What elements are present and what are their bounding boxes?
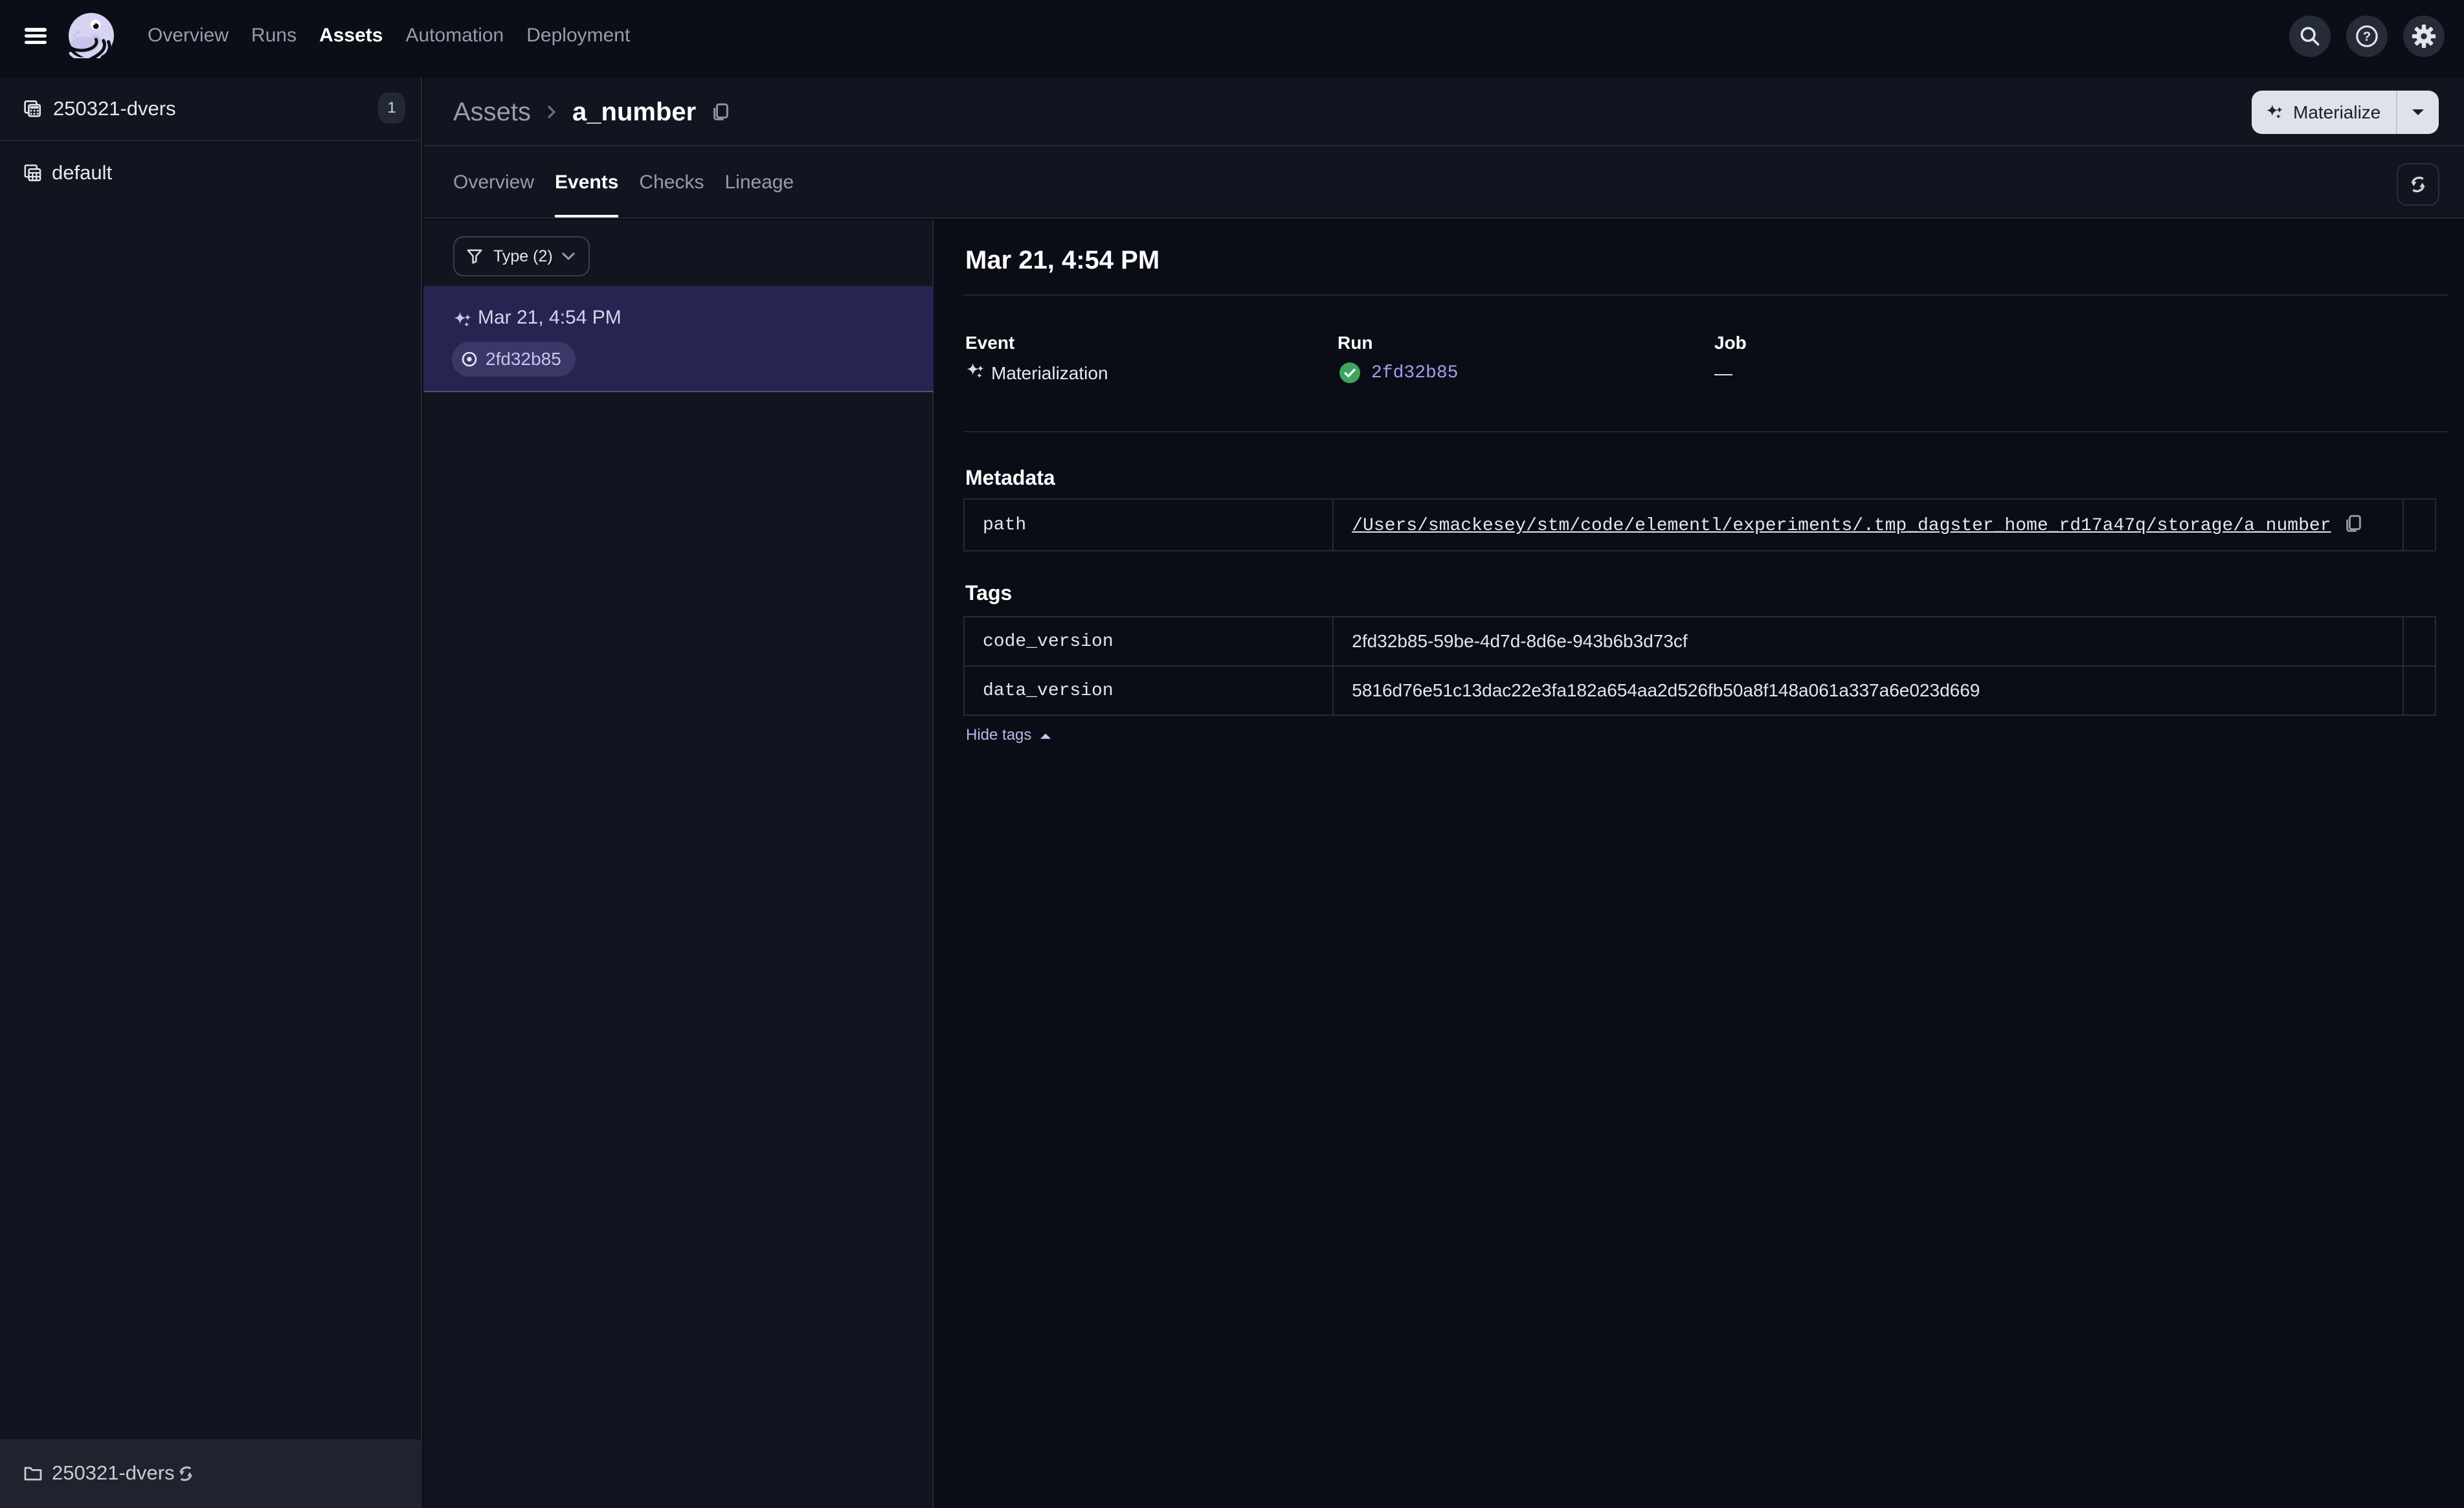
svg-text:?: ? bbox=[2363, 30, 2371, 44]
